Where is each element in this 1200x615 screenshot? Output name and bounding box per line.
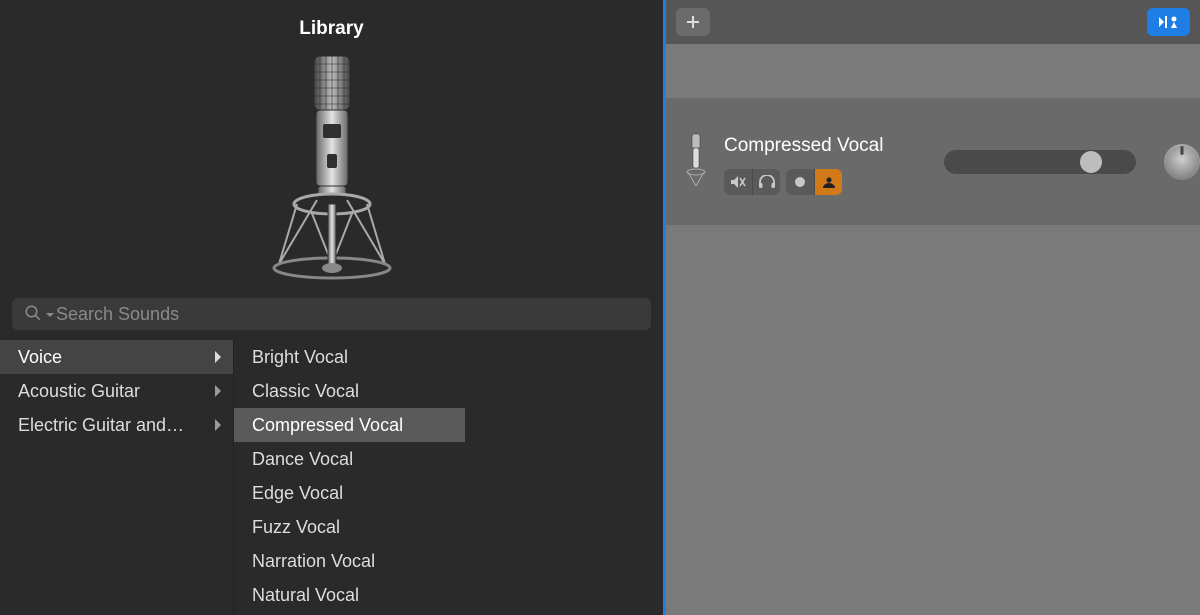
preset-item[interactable]: Compressed Vocal [234,408,465,442]
catch-playhead-button[interactable] [1147,8,1190,36]
record-enable-button[interactable] [786,169,814,195]
add-track-button[interactable] [676,8,710,36]
search-icon [24,304,42,322]
preset-item[interactable]: Fuzz Vocal [234,510,465,544]
tracks-header-gap [666,44,1200,98]
mute-icon [730,175,746,189]
catch-playhead-icon [1156,14,1182,30]
microphone-icon [684,132,708,192]
library-browser: Voice Acoustic Guitar Electric Guitar an… [0,340,663,615]
track-instrument-thumb [678,132,714,192]
record-dot-icon [793,175,807,189]
category-item-electric-guitar[interactable]: Electric Guitar and… [0,408,233,442]
input-monitor-icon [821,175,837,189]
preset-label: Narration Vocal [252,551,375,572]
track-button-row [724,169,894,195]
chevron-right-icon [213,350,223,364]
preset-item[interactable]: Dance Vocal [234,442,465,476]
library-panel: Library [0,0,663,615]
library-title: Library [0,0,663,40]
preset-label: Dance Vocal [252,449,353,470]
category-label: Voice [18,347,62,368]
chevron-right-icon [213,418,223,432]
preset-label: Natural Vocal [252,585,359,606]
pan-knob-indicator [1181,146,1184,155]
volume-fill [944,150,1089,174]
preset-item[interactable]: Narration Vocal [234,544,465,578]
preset-label: Edge Vocal [252,483,343,504]
search-field-wrap [12,298,651,330]
preset-column: Bright Vocal Classic Vocal Compressed Vo… [233,340,465,615]
solo-button[interactable] [752,169,780,195]
preset-label: Compressed Vocal [252,415,403,436]
category-item-voice[interactable]: Voice [0,340,233,374]
plus-icon [685,14,701,30]
headphones-icon [758,175,776,189]
category-item-acoustic-guitar[interactable]: Acoustic Guitar [0,374,233,408]
tracks-toolbar [666,0,1200,44]
track-row[interactable]: Compressed Vocal [666,98,1200,225]
preset-label: Fuzz Vocal [252,517,340,538]
category-label: Acoustic Guitar [18,381,140,402]
track-controls: Compressed Vocal [724,129,894,195]
category-label: Electric Guitar and… [18,415,184,436]
preset-item[interactable]: Bright Vocal [234,340,465,374]
preset-item[interactable]: Edge Vocal [234,476,465,510]
pan-knob-ring [1164,144,1200,180]
preset-item[interactable]: Classic Vocal [234,374,465,408]
mute-button[interactable] [724,169,752,195]
chevron-down-icon [45,310,55,320]
track-name: Compressed Vocal [724,135,894,157]
library-instrument-image [0,40,663,294]
preset-label: Classic Vocal [252,381,359,402]
category-column: Voice Acoustic Guitar Electric Guitar an… [0,340,233,615]
preset-item[interactable]: Natural Vocal [234,578,465,612]
microphone-icon [267,54,397,286]
input-monitor-button[interactable] [814,169,842,195]
search-input[interactable] [12,298,651,330]
pan-knob[interactable] [1164,144,1200,180]
volume-slider[interactable] [944,150,1136,174]
preset-label: Bright Vocal [252,347,348,368]
volume-thumb[interactable] [1080,151,1102,173]
tracks-panel: Compressed Vocal [663,0,1200,615]
chevron-right-icon [213,384,223,398]
